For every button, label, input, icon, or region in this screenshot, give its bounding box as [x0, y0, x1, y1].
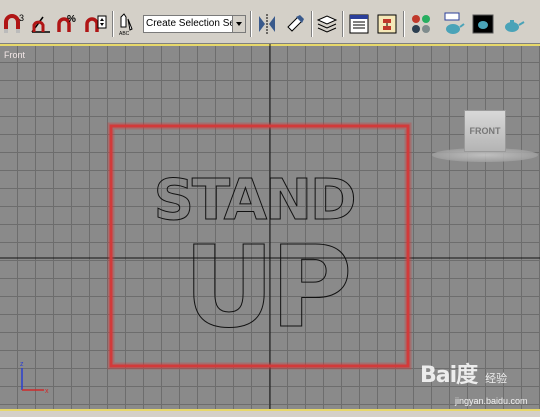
toolbar-separator	[342, 11, 344, 37]
axis-x-label: x	[45, 388, 49, 395]
material-editor-button[interactable]	[408, 11, 434, 37]
text-line-up: UP	[183, 223, 348, 353]
axis-z-label: z	[20, 361, 24, 368]
curve-editor-icon	[349, 14, 369, 34]
schematic-view-icon	[377, 14, 397, 34]
mirror-button[interactable]	[254, 11, 280, 37]
align-button[interactable]	[282, 11, 308, 37]
rendered-frame-window-button[interactable]	[470, 11, 496, 37]
mirror-icon	[259, 14, 275, 34]
chevron-down-icon[interactable]	[232, 16, 245, 32]
viewport-bottom-border	[0, 409, 540, 417]
toolbar-separator	[250, 11, 252, 37]
toolbar-separator	[112, 11, 114, 37]
percent-snap-icon: %	[57, 14, 76, 32]
viewcube[interactable]: FRONT	[464, 110, 506, 152]
axis-tripod-icon: z x	[20, 361, 49, 395]
render-setup-teapot-icon	[444, 12, 465, 34]
edit-named-selection-button[interactable]: ABC	[116, 11, 142, 37]
schematic-view-button[interactable]	[374, 11, 400, 37]
text-object-stand-up[interactable]: STAND UP	[153, 168, 357, 354]
rendered-frame-window-icon	[472, 14, 494, 34]
watermark-sub: 经验	[485, 372, 508, 385]
toolbar-separator	[311, 11, 313, 37]
align-icon	[287, 15, 304, 32]
abc-label: ABC	[119, 31, 130, 37]
material-editor-icon	[412, 15, 430, 33]
quick-render-teapot-icon	[505, 20, 525, 32]
layers-icon	[316, 15, 338, 33]
render-setup-button[interactable]	[440, 11, 466, 37]
snap-magnet-icon: 3	[3, 13, 24, 33]
front-viewport[interactable]: Front STAND UP FRONT z x Bai度 经验 jingyan.…	[0, 44, 540, 409]
baidu-jingyan-watermark: Bai度 经验	[420, 357, 507, 389]
abc-edit-named-selection-icon: ABC	[119, 13, 133, 37]
spinner-snap-button[interactable]	[83, 11, 109, 37]
named-selection-set-dropdown[interactable]: Create Selection Set	[143, 15, 246, 33]
viewport-canvas: STAND UP	[0, 44, 540, 409]
viewcube-face-label: FRONT	[469, 126, 501, 136]
snap-dimension-label: 3	[19, 13, 24, 23]
spinner-snap-icon	[85, 15, 107, 32]
toolbar-separator	[403, 11, 405, 37]
quick-render-button[interactable]	[500, 11, 526, 37]
angle-snap-button[interactable]	[28, 11, 54, 37]
percent-snap-button[interactable]: %	[55, 11, 81, 37]
watermark-url: jingyan.baidu.com	[455, 396, 528, 406]
main-toolbar: 3 % ABC Create Selection Set	[0, 0, 540, 44]
angle-snap-icon	[31, 16, 50, 33]
snaps-toggle-button[interactable]: 3	[2, 11, 28, 37]
watermark-brand: Bai度	[420, 363, 478, 388]
curve-editor-button[interactable]	[346, 11, 372, 37]
selection-set-value: Create Selection Set	[146, 18, 238, 29]
percent-label: %	[67, 14, 76, 25]
layer-manager-button[interactable]	[314, 11, 340, 37]
